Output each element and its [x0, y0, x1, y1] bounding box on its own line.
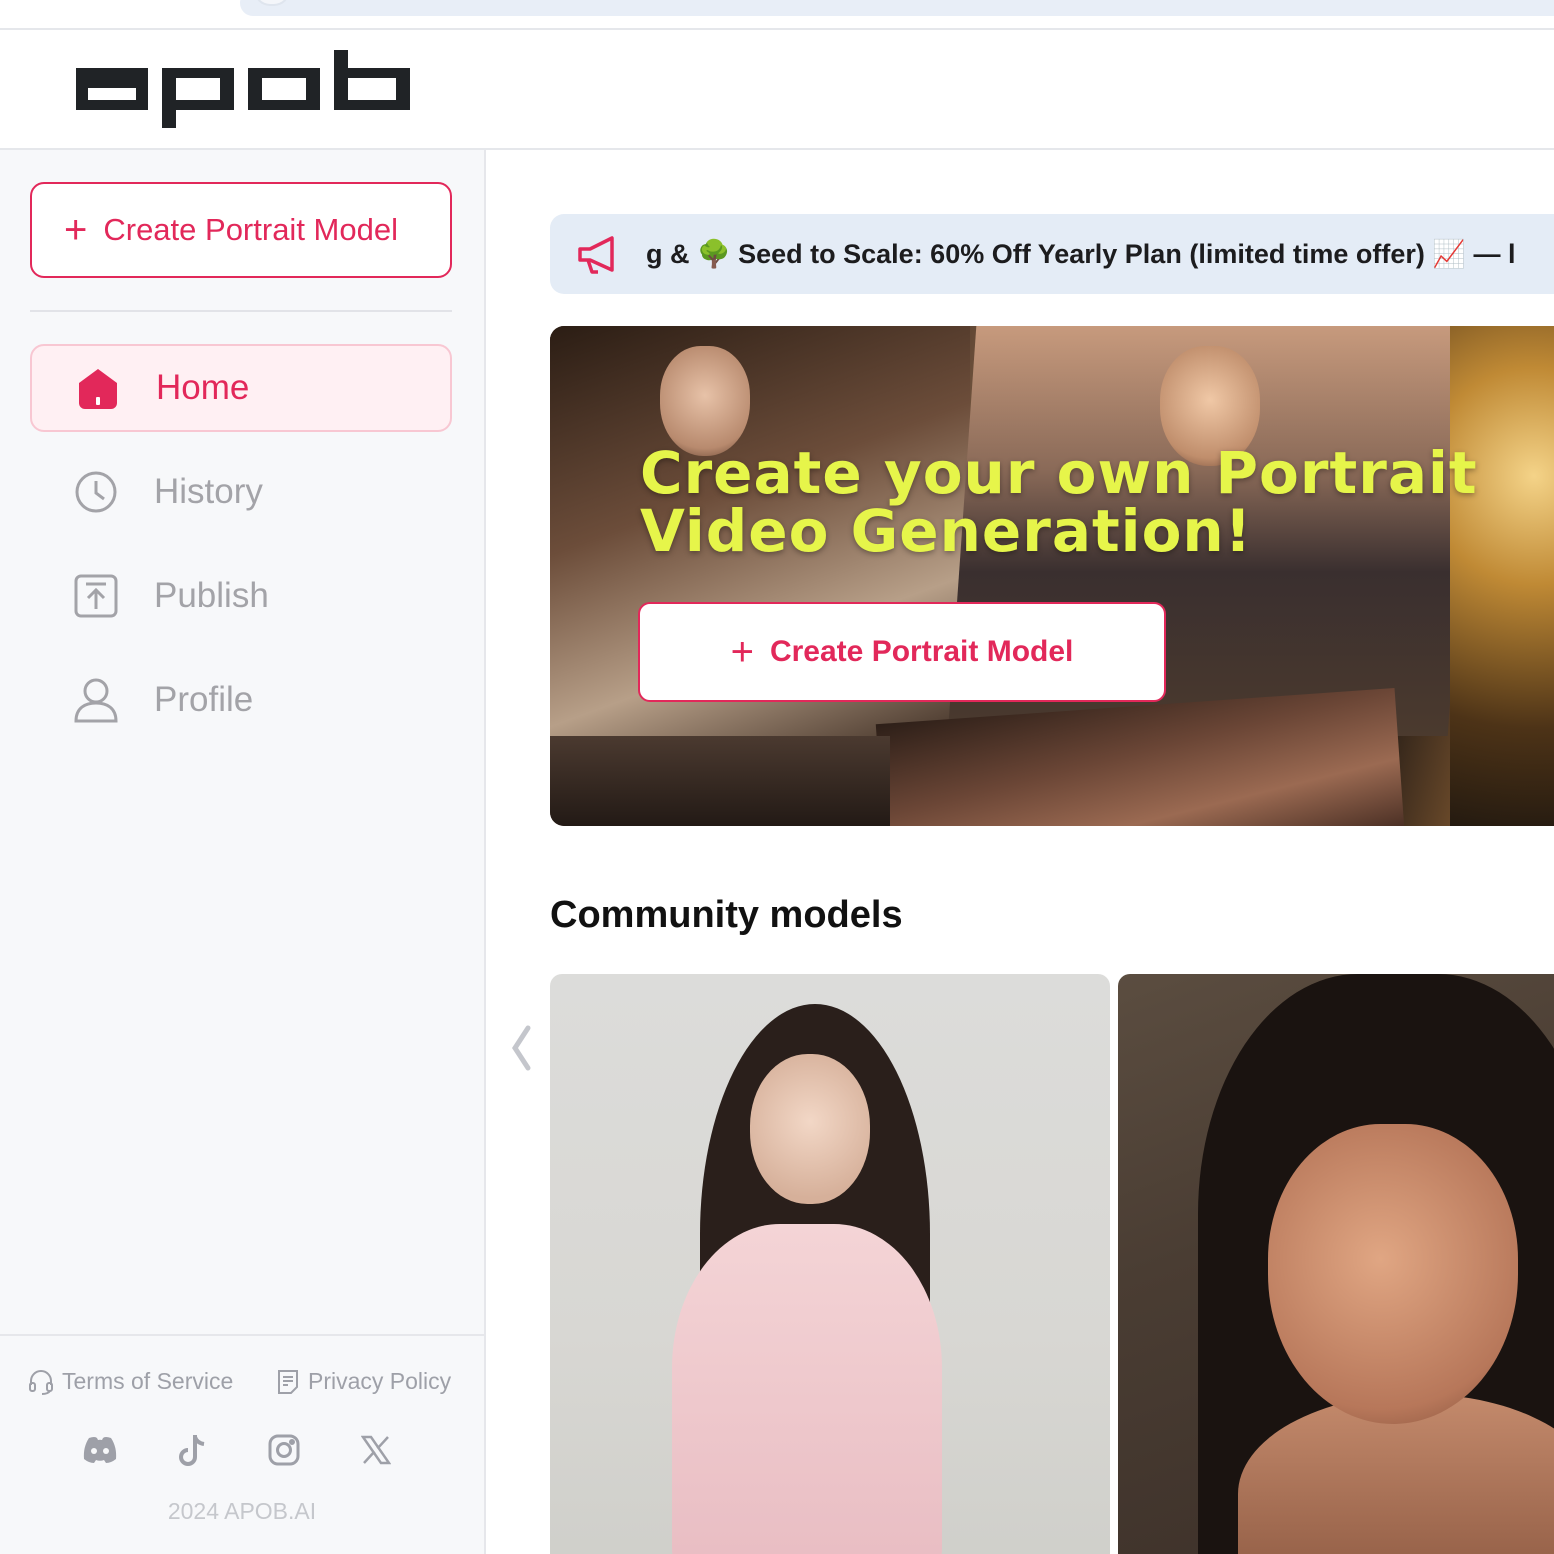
- browser-toolbar: [0, 0, 1554, 30]
- sidebar-item-publish[interactable]: Publish: [30, 552, 452, 640]
- privacy-policy-link[interactable]: Privacy Policy: [276, 1368, 451, 1395]
- hero-create-portrait-model-button[interactable]: + Create Portrait Model: [638, 602, 1166, 702]
- sidebar: + Create Portrait Model Home History Pub…: [0, 150, 486, 1554]
- model-photo-dress: [672, 1224, 942, 1554]
- hero-title: Create your own Portrait Video Generatio…: [640, 439, 1478, 565]
- announcement-text: g & 🌳 Seed to Scale: 60% Off Yearly Plan…: [646, 239, 1516, 269]
- sidebar-divider: [30, 310, 452, 312]
- sidebar-item-profile[interactable]: Profile: [30, 656, 452, 744]
- plus-icon: +: [64, 208, 88, 252]
- sidebar-item-home[interactable]: Home: [30, 344, 452, 432]
- hero-cta-label: Create Portrait Model: [769, 635, 1074, 668]
- model-photo-face: [750, 1054, 870, 1204]
- address-bar-knob: [254, 0, 290, 6]
- apob-logo[interactable]: apob: [76, 50, 410, 130]
- sidebar-item-label: Profile: [154, 680, 254, 719]
- tiktok-icon[interactable]: [172, 1430, 212, 1470]
- main-content: g & 🌳 Seed to Scale: 60% Off Yearly Plan…: [486, 150, 1554, 1554]
- copyright-text: 2024 APOB.AI: [167, 1498, 317, 1524]
- hero-banner: Create your own Portrait Video Generatio…: [550, 326, 1554, 826]
- x-icon[interactable]: [356, 1430, 396, 1470]
- clock-icon: [72, 468, 120, 516]
- plus-icon: +: [730, 630, 754, 674]
- sidebar-item-label: History: [154, 472, 263, 511]
- terms-of-service-label: Terms of Service: [62, 1368, 234, 1394]
- document-icon: [278, 1369, 298, 1394]
- megaphone-icon: [578, 236, 614, 274]
- address-bar[interactable]: [240, 0, 1554, 16]
- sidebar-footer-divider: [0, 1334, 484, 1336]
- sidebar-item-label: Home: [156, 368, 250, 407]
- create-portrait-model-label: Create Portrait Model: [103, 212, 398, 247]
- hero-photo-5: [550, 736, 890, 826]
- app-header: apob: [0, 30, 1554, 150]
- user-icon: [72, 676, 120, 724]
- model-photo-face: [1268, 1124, 1518, 1424]
- sidebar-item-label: Publish: [154, 576, 269, 615]
- home-icon: [74, 364, 122, 412]
- community-model-card[interactable]: [1118, 974, 1554, 1554]
- community-models-title: Community models: [550, 894, 903, 936]
- chevron-left-icon[interactable]: [506, 1020, 536, 1076]
- privacy-policy-label: Privacy Policy: [308, 1368, 452, 1394]
- instagram-icon[interactable]: [264, 1430, 304, 1470]
- create-portrait-model-button[interactable]: + Create Portrait Model: [30, 182, 452, 278]
- discord-icon[interactable]: [80, 1430, 120, 1470]
- community-model-card[interactable]: [550, 974, 1110, 1554]
- announcement-bar[interactable]: g & 🌳 Seed to Scale: 60% Off Yearly Plan…: [550, 214, 1554, 294]
- terms-of-service-link[interactable]: Terms of Service: [28, 1368, 233, 1395]
- headset-icon: [29, 1369, 53, 1395]
- upload-icon: [72, 572, 120, 620]
- sidebar-item-history[interactable]: History: [30, 448, 452, 536]
- hero-photo-3: [1450, 326, 1554, 826]
